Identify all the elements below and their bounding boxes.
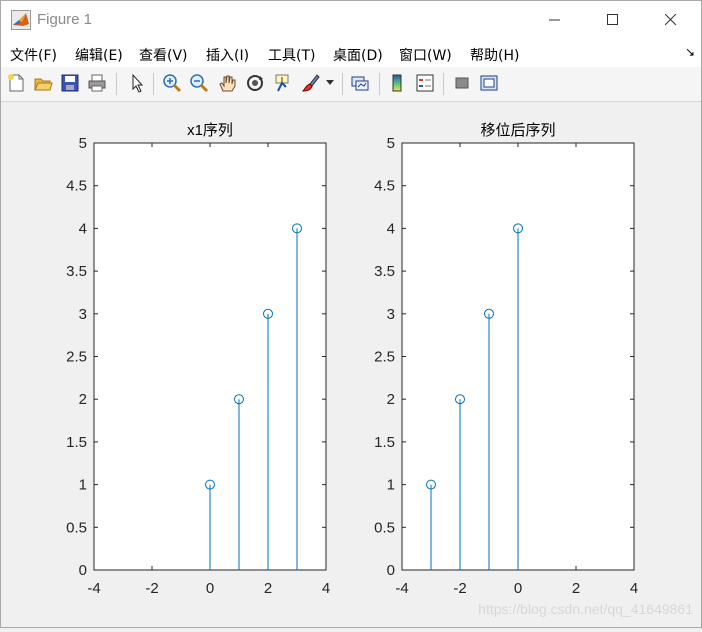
watermark-text: https://blog.csdn.net/qq_41649861 (478, 601, 693, 617)
watermark-layer: https://blog.csdn.net/qq_41649861 (478, 601, 693, 617)
